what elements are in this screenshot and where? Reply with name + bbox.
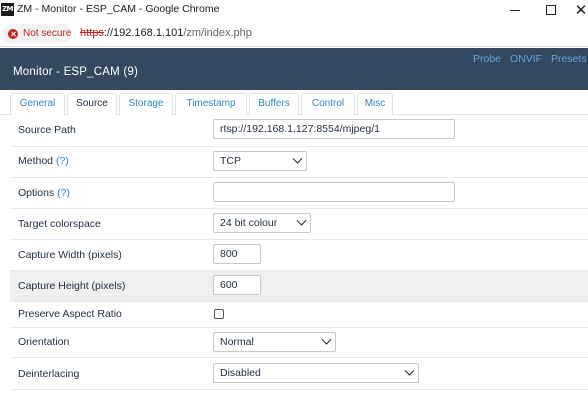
header-links: Probe ONVIF Presets — [473, 53, 588, 65]
security-label: Not secure — [23, 28, 72, 39]
method-help-link[interactable]: (?) — [56, 155, 69, 167]
capture-height-input[interactable]: 600 — [213, 275, 261, 295]
chevron-down-icon — [404, 365, 415, 376]
options-label-text: Options — [18, 187, 55, 199]
preserve-aspect-label: Preserve Aspect Ratio — [18, 308, 122, 320]
orientation-row: Orientation Normal — [10, 328, 588, 358]
tab-timestamp[interactable]: Timestamp — [175, 93, 247, 115]
deinterlacing-row: Deinterlacing Disabled — [10, 358, 588, 390]
url-protocol: https — [80, 27, 104, 39]
window-title: ZM - Monitor - ESP_CAM - Google Chrome — [17, 3, 220, 15]
capture-height-label: Capture Height (pixels) — [18, 280, 126, 292]
not-secure-icon — [8, 28, 18, 39]
url-path: /zm/index.php — [183, 27, 252, 39]
capture-height-row: Capture Height (pixels) 600 — [10, 271, 588, 302]
tab-control[interactable]: Control — [301, 93, 355, 115]
page-header: Monitor - ESP_CAM (9) Probe ONVIF Preset… — [0, 48, 588, 90]
maximize-icon[interactable] — [536, 0, 566, 20]
preserve-aspect-row: Preserve Aspect Ratio — [10, 302, 588, 328]
address-bar: Not secure https://192.168.1.101/zm/inde… — [0, 20, 588, 47]
target-colorspace-row: Target colorspace 24 bit colour — [10, 209, 588, 240]
probe-link[interactable]: Probe — [473, 53, 501, 65]
window-title-bar: ZM ZM - Monitor - ESP_CAM - Google Chrom… — [0, 0, 588, 20]
tab-bar: General Source Storage Timestamp Buffers… — [0, 90, 588, 116]
method-label: Method (?) — [18, 155, 69, 167]
security-chip[interactable]: Not secure — [2, 24, 72, 43]
deinterlacing-label: Deinterlacing — [18, 368, 80, 380]
tab-buffers[interactable]: Buffers — [249, 93, 299, 115]
source-path-input[interactable]: rtsp://192.168.1.127:8554/mjpeg/1 — [213, 119, 455, 139]
url-host: ://192.168.1.101 — [103, 27, 184, 39]
capture-width-row: Capture Width (pixels) 800 — [10, 240, 588, 271]
orientation-select[interactable]: Normal — [213, 332, 336, 352]
close-icon[interactable]: ✕ — [566, 0, 588, 20]
capture-width-input[interactable]: 800 — [213, 244, 261, 264]
source-path-row: Source Path rtsp://192.168.1.127:8554/mj… — [10, 116, 588, 147]
options-help-link[interactable]: (?) — [57, 187, 70, 199]
method-select[interactable]: TCP — [213, 151, 307, 171]
tab-storage[interactable]: Storage — [119, 93, 173, 115]
options-row: Options (?) — [10, 178, 588, 209]
onvif-link[interactable]: ONVIF — [510, 53, 542, 65]
url-field[interactable]: https://192.168.1.101/zm/index.php — [80, 27, 252, 39]
method-label-text: Method — [18, 155, 54, 167]
chevron-down-icon — [292, 153, 303, 164]
method-value: TCP — [220, 155, 241, 167]
source-settings-form: Source Path rtsp://192.168.1.127:8554/mj… — [10, 116, 588, 396]
orientation-value: Normal — [220, 336, 254, 348]
zm-app-icon: ZM — [1, 3, 14, 16]
tab-misc[interactable]: Misc — [357, 93, 393, 115]
minimize-icon[interactable] — [500, 0, 530, 20]
source-path-label: Source Path — [18, 124, 76, 136]
target-colorspace-select[interactable]: 24 bit colour — [213, 213, 311, 233]
target-colorspace-value: 24 bit colour — [220, 217, 278, 229]
tab-source[interactable]: Source — [67, 93, 117, 116]
orientation-label: Orientation — [18, 336, 70, 348]
deinterlacing-value: Disabled — [220, 367, 261, 379]
presets-link[interactable]: Presets — [551, 53, 587, 65]
tab-general[interactable]: General — [10, 93, 65, 115]
page-title: Monitor - ESP_CAM (9) — [13, 66, 138, 78]
preserve-aspect-checkbox[interactable] — [214, 309, 224, 319]
chevron-down-icon — [321, 334, 332, 345]
target-colorspace-label: Target colorspace — [18, 218, 101, 230]
method-row: Method (?) TCP — [10, 147, 588, 178]
options-input[interactable] — [213, 182, 455, 202]
options-label: Options (?) — [18, 187, 70, 199]
capture-width-label: Capture Width (pixels) — [18, 249, 122, 261]
chevron-down-icon — [296, 215, 307, 226]
deinterlacing-select[interactable]: Disabled — [213, 363, 419, 383]
